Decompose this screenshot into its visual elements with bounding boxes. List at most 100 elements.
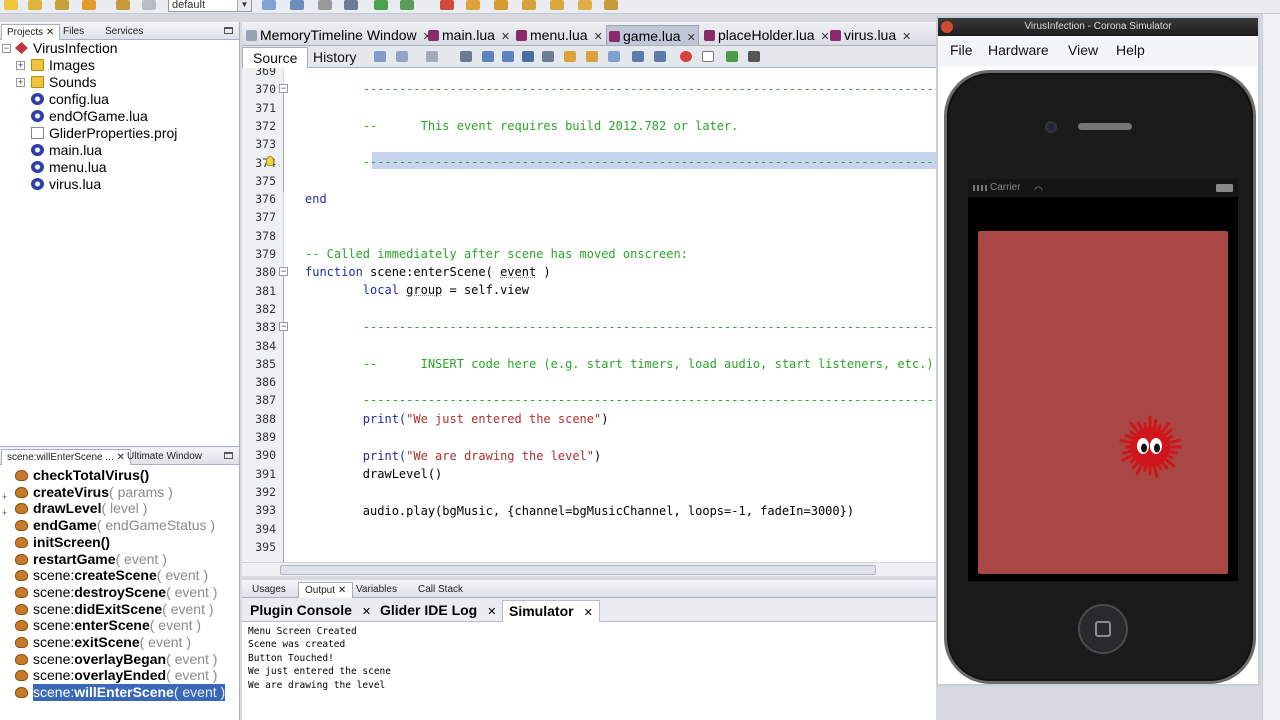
shift-right-icon[interactable]: [654, 51, 666, 62]
tab-placeholder-lua[interactable]: placeHolder.lua ✕: [704, 25, 830, 45]
tab-menu-lua[interactable]: menu.lua ✕: [516, 25, 603, 45]
navigator-item[interactable]: + drawLevel( level ): [0, 500, 239, 518]
tab-navigator[interactable]: scene:willEnterScene ... ✕: [1, 449, 131, 465]
debug-run-icon[interactable]: [400, 0, 414, 10]
forward-icon[interactable]: [426, 51, 438, 62]
home-button[interactable]: [1078, 604, 1128, 654]
close-icon[interactable]: ✕: [687, 32, 696, 44]
navigator-item[interactable]: + createVirus( params ): [0, 484, 239, 502]
navigator-item[interactable]: endGame( endGameStatus ): [0, 517, 239, 534]
navigator-item[interactable]: initScreen(): [0, 534, 239, 551]
tab-projects[interactable]: Projects ✕: [1, 24, 61, 40]
tab-simulator[interactable]: Simulator ✕: [502, 600, 600, 622]
step-over-icon[interactable]: [494, 0, 508, 10]
tab-history[interactable]: History: [303, 47, 367, 68]
pause-icon[interactable]: [466, 0, 480, 10]
device-screen[interactable]: Carrier ◠: [968, 179, 1238, 581]
build-icon[interactable]: [290, 0, 304, 10]
close-icon[interactable]: ✕: [46, 27, 54, 38]
open-project-icon[interactable]: [55, 0, 69, 10]
toggle-highlight-icon[interactable]: [522, 51, 534, 62]
navigator-item[interactable]: scene:overlayBegan( event ): [0, 651, 239, 668]
undo-icon[interactable]: [116, 0, 130, 10]
collapse-icon[interactable]: −: [2, 44, 11, 53]
tab-variables[interactable]: Variables: [350, 582, 403, 598]
editor-horizontal-scrollbar[interactable]: [242, 562, 936, 576]
close-icon[interactable]: ✕: [362, 606, 371, 618]
comment-icon[interactable]: [726, 51, 738, 62]
simulator-titlebar[interactable]: VirusInfection - Corona Simulator: [938, 18, 1258, 36]
toggle-rectangular-icon[interactable]: [542, 51, 554, 62]
step-out-icon[interactable]: [550, 0, 564, 10]
game-play-area[interactable]: [978, 231, 1228, 574]
hint-bulb-icon[interactable]: [266, 156, 274, 166]
find-previous-icon[interactable]: [482, 51, 494, 62]
menu-help[interactable]: Help: [1116, 42, 1145, 58]
fold-toggle-icon[interactable]: −: [279, 84, 288, 93]
tab-ultimate-window[interactable]: Ultimate Window: [122, 449, 207, 465]
tab-output[interactable]: Output ✕: [298, 582, 354, 598]
navigator-item[interactable]: restartGame( event ): [0, 551, 239, 568]
expand-icon[interactable]: +: [16, 61, 25, 70]
expand-icon[interactable]: +: [16, 78, 25, 87]
tab-virus-lua[interactable]: virus.lua ✕: [830, 25, 911, 45]
tab-main-lua[interactable]: main.lua ✕: [428, 25, 510, 45]
code-editor[interactable]: 3693703713723733743753763773783793803813…: [242, 68, 936, 562]
navigator-item[interactable]: scene:willEnterScene( event ): [0, 684, 239, 702]
virus-sprite[interactable]: [1116, 413, 1184, 481]
run-cursor-icon[interactable]: [578, 0, 592, 10]
navigator-item[interactable]: scene:createScene( event ): [0, 567, 239, 584]
tab-files[interactable]: Files: [58, 24, 89, 40]
tab-call-stack[interactable]: Call Stack: [412, 582, 469, 598]
navigator-item[interactable]: scene:exitScene( event ): [0, 634, 239, 651]
configuration-select[interactable]: default ▼: [168, 0, 252, 12]
tab-memorytimeline[interactable]: MemoryTimeline Window✕: [246, 25, 432, 45]
new-project-icon[interactable]: [28, 0, 42, 10]
next-bookmark-icon[interactable]: [586, 51, 598, 62]
menu-hardware[interactable]: Hardware: [988, 42, 1049, 58]
save-all-icon[interactable]: [82, 0, 96, 10]
navigator-item[interactable]: scene:destroyScene( event ): [0, 584, 239, 601]
close-icon[interactable]: ✕: [594, 31, 603, 43]
step-into-icon[interactable]: [522, 0, 536, 10]
fold-toggle-icon[interactable]: −: [279, 267, 288, 276]
close-icon[interactable]: ✕: [487, 606, 496, 618]
minimize-icon[interactable]: [224, 452, 233, 459]
new-file-icon[interactable]: [4, 0, 18, 10]
find-next-icon[interactable]: [502, 51, 514, 62]
navigator-item[interactable]: scene:overlayEnded( event ): [0, 667, 239, 684]
tab-services[interactable]: Services: [100, 24, 148, 40]
uncomment-icon[interactable]: [748, 51, 760, 62]
redo-icon[interactable]: [142, 0, 156, 10]
run-icon[interactable]: [374, 0, 388, 10]
scrollbar-thumb[interactable]: [280, 565, 876, 575]
close-icon[interactable]: ✕: [338, 585, 346, 596]
menu-view[interactable]: View: [1068, 42, 1098, 58]
close-icon[interactable]: ✕: [902, 31, 911, 43]
navigator-item[interactable]: scene:enterScene( event ): [0, 617, 239, 634]
close-icon[interactable]: ✕: [501, 31, 510, 43]
menu-file[interactable]: File: [950, 42, 973, 58]
clean-icon[interactable]: [262, 0, 276, 10]
tab-game-lua[interactable]: game.lua ✕: [606, 25, 699, 45]
output-console[interactable]: Menu Screen Created Scene was created Bu…: [242, 622, 936, 720]
tab-plugin-console[interactable]: Plugin Console ✕: [244, 600, 377, 622]
last-edit-icon[interactable]: [374, 51, 386, 62]
back-icon[interactable]: [396, 51, 408, 62]
close-icon[interactable]: ✕: [821, 31, 830, 43]
close-icon[interactable]: ✕: [584, 607, 593, 619]
debug-icon[interactable]: [318, 0, 332, 10]
tab-usages[interactable]: Usages: [246, 582, 292, 598]
tab-source[interactable]: Source: [242, 47, 309, 68]
fold-toggle-icon[interactable]: −: [279, 322, 288, 331]
stop-icon[interactable]: [440, 0, 454, 10]
stop-macro-icon[interactable]: [702, 51, 714, 62]
navigator-item[interactable]: scene:didExitScene( event ): [0, 601, 239, 618]
navigator-item[interactable]: checkTotalVirus(): [0, 467, 239, 484]
fix-icon[interactable]: [604, 0, 618, 10]
tab-glider-ide-log[interactable]: Glider IDE Log ✕: [374, 600, 502, 622]
profile-icon[interactable]: [344, 0, 358, 10]
minimize-icon[interactable]: [224, 27, 233, 34]
previous-bookmark-icon[interactable]: [564, 51, 576, 62]
start-macro-icon[interactable]: [680, 51, 692, 62]
